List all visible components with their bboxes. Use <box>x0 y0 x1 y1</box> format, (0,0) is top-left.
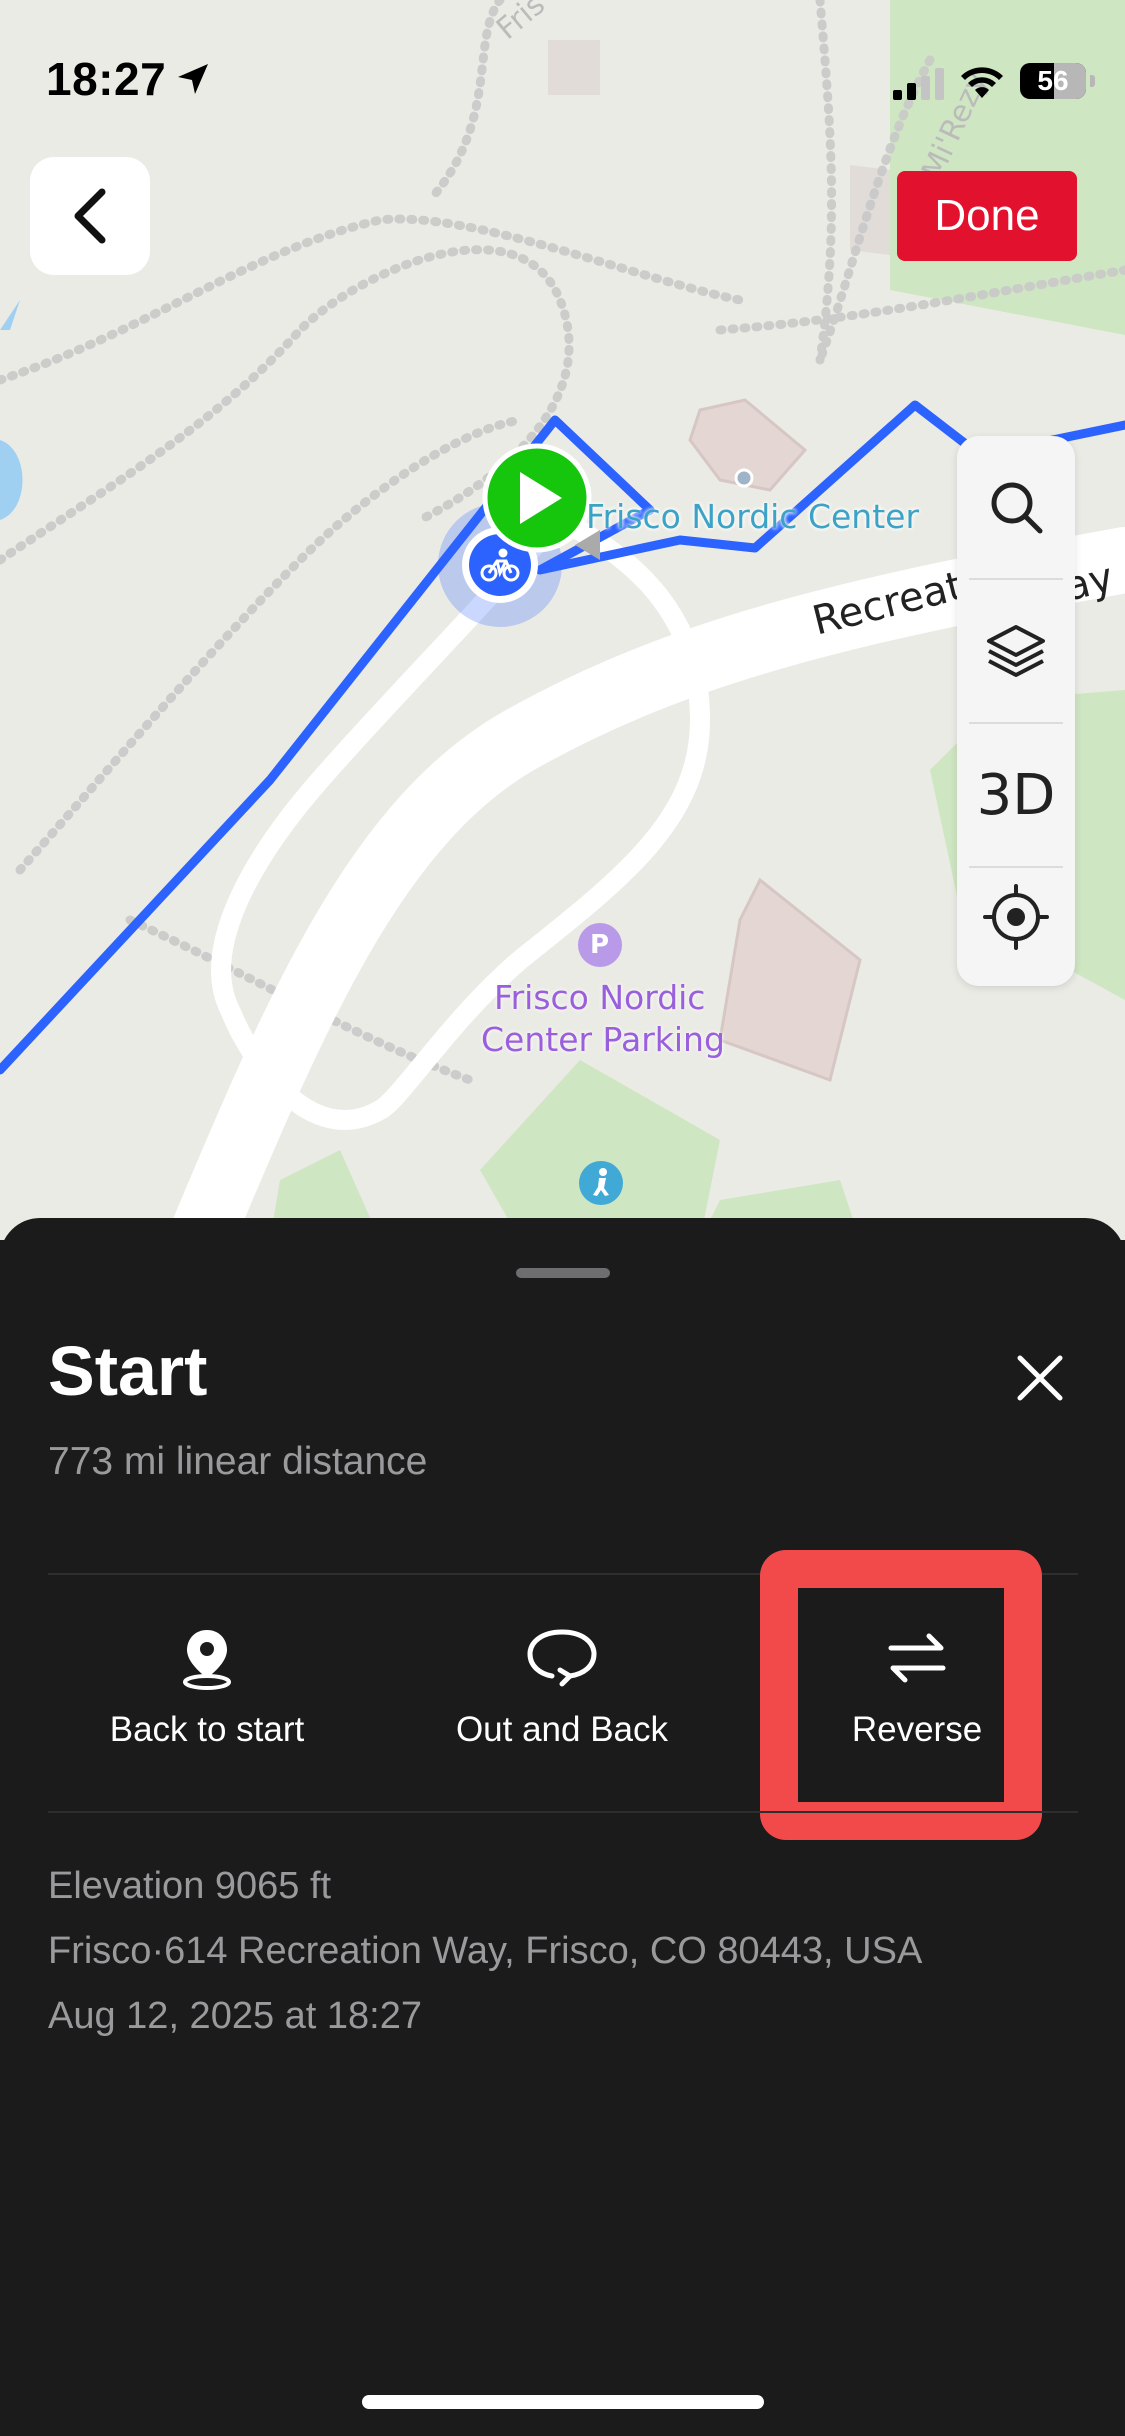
locate-icon <box>983 884 1049 950</box>
chevron-left-icon <box>74 188 106 244</box>
out-and-back-button[interactable]: Out and Back <box>397 1618 727 1768</box>
poi-dot <box>734 468 754 488</box>
back-button[interactable] <box>30 157 150 275</box>
map-view[interactable]: Frisco Nordic Center Frisco Nordic Cente… <box>0 0 1125 1240</box>
out-and-back-label: Out and Back <box>455 1710 669 1749</box>
map-search-button[interactable] <box>957 436 1075 578</box>
battery-level: 56 <box>1037 65 1069 96</box>
location-pin-icon <box>183 1630 231 1690</box>
back-to-start-button[interactable]: Back to start <box>42 1618 372 1768</box>
battery-icon: 56 <box>1020 63 1095 99</box>
address-text: Frisco·614 Recreation Way, Frisco, CO 80… <box>48 1930 923 1972</box>
building <box>718 877 862 1082</box>
elevation-text: Elevation 9065 ft <box>48 1865 332 1907</box>
cellular-signal-icon <box>893 68 944 100</box>
back-to-start-label: Back to start <box>109 1710 305 1749</box>
close-icon <box>1017 1355 1063 1401</box>
map-3d-button[interactable]: 3D <box>957 724 1075 866</box>
home-indicator[interactable] <box>362 2395 764 2409</box>
close-button[interactable] <box>1000 1338 1080 1418</box>
parking-label-line2: Center Parking <box>481 1020 725 1059</box>
reverse-highlight-box <box>760 1550 1042 1840</box>
wifi-icon <box>961 67 1003 98</box>
sheet-grabber[interactable] <box>516 1268 610 1278</box>
status-bar: 18:27 56 <box>0 0 1125 150</box>
parking-glyph: P <box>590 930 610 960</box>
sheet-title: Start <box>48 1332 208 1410</box>
divider <box>48 1811 1078 1813</box>
park-area <box>480 1060 720 1240</box>
loop-icon <box>527 1629 597 1687</box>
location-arrow-icon <box>178 64 208 94</box>
search-icon <box>991 482 1043 534</box>
map-controls: 3D <box>957 436 1075 986</box>
datetime-text: Aug 12, 2025 at 18:27 <box>48 1995 422 2037</box>
done-button[interactable]: Done <box>897 171 1077 261</box>
layers-icon <box>987 625 1045 677</box>
place-label: Frisco Nordic Center <box>586 497 920 536</box>
map-layers-button[interactable] <box>957 580 1075 722</box>
parking-label-line1: Frisco Nordic <box>494 978 706 1017</box>
3d-label: 3D <box>976 762 1056 828</box>
sheet-subtitle: 773 mi linear distance <box>48 1440 428 1483</box>
bottom-sheet: Start 773 mi linear distance Back to sta… <box>0 1218 1125 2436</box>
water-area <box>0 440 23 520</box>
map-locate-button[interactable] <box>957 846 1075 988</box>
status-time: 18:27 <box>46 53 167 105</box>
